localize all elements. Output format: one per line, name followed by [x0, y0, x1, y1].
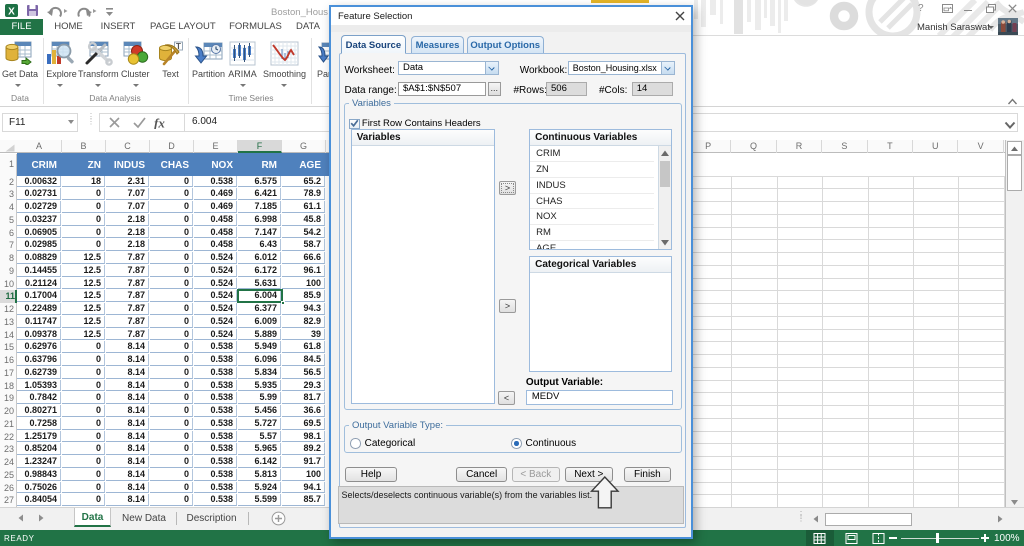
- svg-text:fx: fx: [154, 116, 165, 129]
- svg-text:X: X: [8, 7, 15, 18]
